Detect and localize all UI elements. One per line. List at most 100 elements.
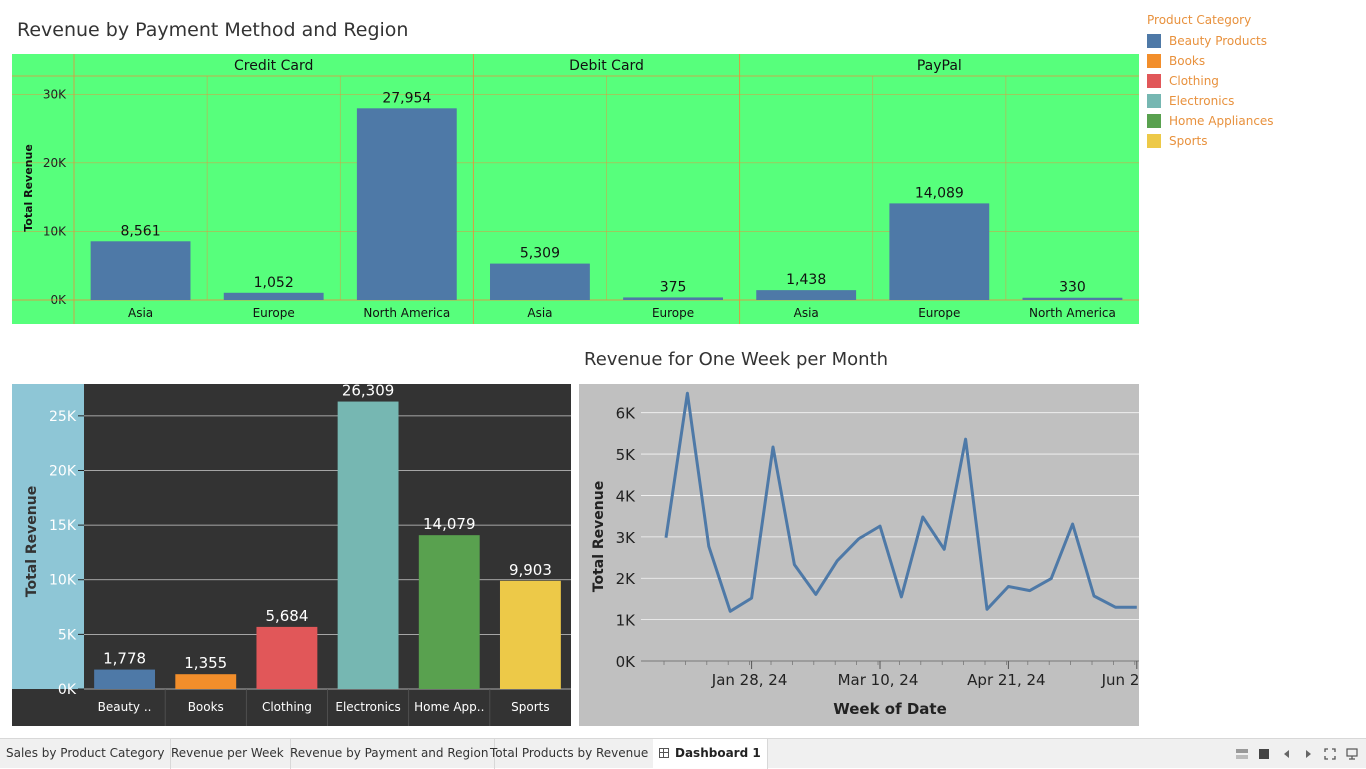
legend-item-electronics[interactable]: Electronics (1147, 91, 1357, 111)
y-tick-label: 5K (616, 446, 637, 464)
next-icon[interactable] (1302, 748, 1314, 760)
legend-label: Clothing (1169, 74, 1219, 88)
y-axis-title: Total Revenue (591, 481, 607, 592)
legend-item-books[interactable]: Books (1147, 51, 1357, 71)
legend-label: Books (1169, 54, 1205, 68)
data-label: 1,778 (103, 650, 146, 668)
revenue-by-payment-region-chart: 0K10K20K30KTotal RevenueCredit Card8,561… (12, 54, 1139, 324)
y-tick-label: 25K (49, 409, 77, 425)
bar-electronics (338, 402, 399, 689)
legend-item-sports[interactable]: Sports (1147, 131, 1357, 151)
x-tick-label: Europe (918, 306, 960, 320)
stop-icon[interactable] (1258, 748, 1270, 760)
bar-sports (500, 581, 561, 689)
bar-debit-card-asia (490, 264, 590, 300)
legend-swatch (1147, 114, 1161, 128)
x-tick-label: Apr 21, 24 (967, 671, 1045, 689)
tab-label: Sales by Product Category (6, 746, 164, 760)
x-tick-label: Jun 2, 24 (1101, 671, 1139, 689)
y-tick-label: 6K (616, 405, 637, 423)
x-tick-label: Electronics (335, 700, 400, 714)
data-label: 375 (660, 279, 687, 295)
tab-label: Dashboard 1 (675, 746, 761, 760)
y-tick-label: 0K (616, 653, 637, 671)
legend-item-beauty-products[interactable]: Beauty Products (1147, 31, 1357, 51)
chart1-title: Revenue by Payment Method and Region (17, 19, 408, 41)
revenue-weekly-line-chart: 0K 1K 2K 3K 4K 5K 6K Total Revenue Jan 28, 24 Mar… (579, 384, 1139, 726)
y-axis-title: Total Revenue (22, 144, 35, 232)
x-tick-label: Home App.. (414, 700, 484, 714)
legend-swatch (1147, 94, 1161, 108)
y-tick-label: 10K (49, 573, 77, 589)
legend-item-clothing[interactable]: Clothing (1147, 71, 1357, 91)
tab-sales-by-product-category[interactable]: Sales by Product Category (0, 739, 171, 769)
y-tick-label: 1K (616, 612, 637, 630)
y-tick-label: 3K (616, 529, 637, 547)
legend-swatch (1147, 74, 1161, 88)
x-tick-label: Beauty .. (98, 700, 152, 714)
bar-paypal-north-america (1023, 298, 1123, 300)
data-label: 1,355 (184, 654, 227, 672)
dashboard-grid-icon (659, 748, 669, 758)
x-axis-title: Week of Date (833, 700, 947, 718)
bar-beauty (94, 670, 155, 689)
x-tick-label: Sports (511, 700, 549, 714)
legend-swatch (1147, 54, 1161, 68)
y-tick-label: 4K (616, 487, 637, 505)
tab-dashboard-1[interactable]: Dashboard 1 (653, 739, 768, 769)
bar-credit-card-europe (224, 293, 324, 300)
data-label: 14,089 (915, 185, 964, 201)
group-header-credit-card: Credit Card (234, 58, 313, 74)
x-tick-label: Asia (527, 306, 552, 320)
x-tick-label: Mar 10, 24 (838, 671, 919, 689)
x-tick-label: Asia (794, 306, 819, 320)
legend-label: Electronics (1169, 94, 1234, 108)
legend-label: Beauty Products (1169, 34, 1267, 48)
data-label: 5,684 (265, 607, 308, 625)
x-tick-label: Clothing (262, 700, 312, 714)
data-label: 8,561 (121, 223, 161, 239)
group-header-paypal: PayPal (917, 58, 962, 74)
bar-credit-card-north-america (357, 108, 457, 300)
grid-view-icon[interactable] (1236, 748, 1248, 760)
presentation-icon[interactable] (1346, 748, 1358, 760)
data-label: 9,903 (509, 561, 552, 579)
data-label: 27,954 (382, 90, 431, 106)
x-tick-label: Asia (128, 306, 153, 320)
tab-total-products-by-revenue[interactable]: Total Products by Revenue (484, 739, 655, 769)
revenue-by-category-chart: 0K5K10K15K20K25KTotal Revenue1,778Beauty… (12, 384, 571, 726)
x-tick-label: Europe (253, 306, 295, 320)
legend-label: Sports (1169, 134, 1207, 148)
legend-item-home-appliances[interactable]: Home Appliances (1147, 111, 1357, 131)
y-tick-label: 20K (49, 463, 77, 479)
tab-label: Revenue by Payment and Region (290, 746, 488, 760)
y-tick-label: 30K (43, 87, 67, 101)
tab-label: Revenue per Week (171, 746, 284, 760)
tab-revenue-by-payment-and-region[interactable]: Revenue by Payment and Region (284, 739, 495, 769)
y-tick-label: 20K (43, 156, 67, 170)
y-axis-title: Total Revenue (24, 486, 40, 597)
legend-swatch (1147, 134, 1161, 148)
x-tick-label: Jan 28, 24 (711, 671, 788, 689)
bar-paypal-asia (756, 290, 856, 300)
legend-swatch (1147, 34, 1161, 48)
tab-label: Total Products by Revenue (490, 746, 648, 760)
legend-title: Product Category (1147, 13, 1357, 27)
chart3-title: Revenue for One Week per Month (584, 349, 888, 370)
bar-paypal-europe (889, 203, 989, 300)
tab-revenue-per-week[interactable]: Revenue per Week (165, 739, 291, 769)
x-tick-label: North America (363, 306, 450, 320)
bar-credit-card-asia (91, 241, 191, 300)
y-tick-label: 2K (616, 570, 637, 588)
data-label: 1,052 (254, 275, 294, 291)
sheet-tab-bar: Sales by Product Category Revenue per We… (0, 738, 1366, 768)
data-label: 330 (1059, 280, 1086, 296)
fit-screen-icon[interactable] (1324, 748, 1336, 760)
data-label: 5,309 (520, 246, 560, 262)
bar-clothing (256, 627, 317, 689)
x-tick-label: Europe (652, 306, 694, 320)
data-label: 26,309 (342, 384, 395, 400)
prev-icon[interactable] (1281, 748, 1293, 760)
y-tick-label: 0K (58, 682, 77, 698)
legend-label: Home Appliances (1169, 114, 1274, 128)
